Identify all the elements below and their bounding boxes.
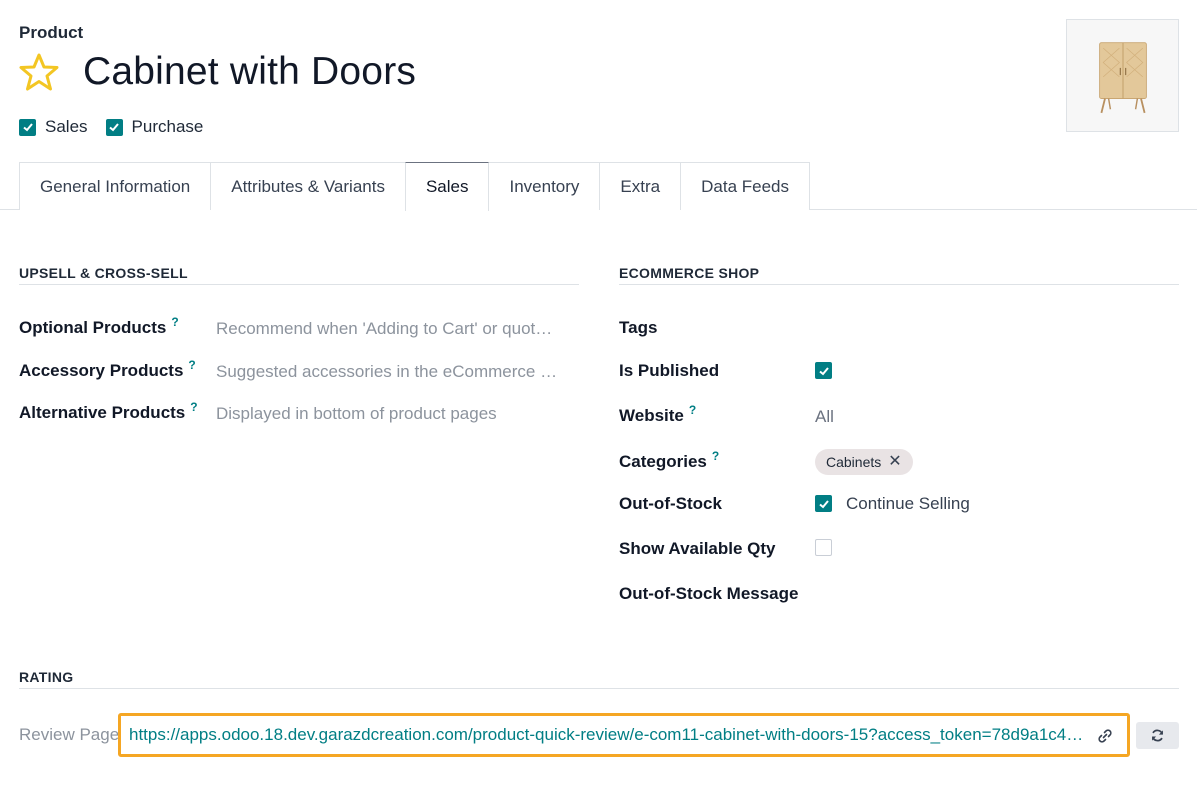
accessory-products-label: Accessory Products? [19,358,196,381]
categories-label-text: Categories [619,452,707,471]
tab-data-feeds[interactable]: Data Feeds [680,162,810,210]
continue-selling-label: Continue Selling [846,494,970,513]
tab-extra[interactable]: Extra [599,162,682,210]
upsell-section-rule [19,284,579,285]
website-select[interactable]: All [815,407,834,427]
help-icon[interactable]: ? [188,358,195,372]
product-type-checkboxes: Sales Purchase [19,117,203,137]
is-published-checkbox[interactable] [815,362,832,379]
website-label: Website? [619,403,696,426]
show-available-qty-label: Show Available Qty [619,539,776,558]
purchase-checkbox-label: Purchase [131,117,204,136]
refresh-icon [1152,729,1163,742]
sales-checkbox[interactable]: Sales [19,117,88,137]
rating-section-rule [19,688,1179,689]
checkbox-checked-icon[interactable] [105,118,123,136]
categories-label: Categories? [619,449,719,472]
cabinet-image-icon [1098,41,1147,113]
breadcrumb[interactable]: Product [19,23,83,43]
tab-sales[interactable]: Sales [404,162,490,211]
out-of-stock-message-input[interactable] [815,581,1175,607]
regenerate-url-button[interactable] [1136,722,1179,749]
help-icon[interactable]: ? [689,403,696,417]
alternative-products-label-text: Alternative Products [19,403,186,422]
favorite-star-icon[interactable] [19,52,59,92]
optional-products-label: Optional Products? [19,315,179,338]
purchase-checkbox[interactable]: Purchase [105,117,204,137]
product-image[interactable] [1066,19,1179,132]
category-tag-label: Cabinets [826,454,882,470]
sales-checkbox-label: Sales [45,117,88,136]
optional-products-input[interactable]: Recommend when 'Adding to Cart' or quota… [216,319,561,339]
review-url-link[interactable]: https://apps.odoo.18.dev.garazdcreation.… [129,725,1084,745]
review-page-label: Review Page [19,725,120,744]
website-label-text: Website [619,406,684,425]
link-icon[interactable] [1097,728,1113,744]
help-icon[interactable]: ? [712,449,719,463]
tags-input[interactable] [815,315,1175,341]
category-tag-cabinets: Cabinets ✕ [815,449,913,475]
checkbox-checked-icon[interactable] [19,118,36,136]
alternative-products-input[interactable]: Displayed in bottom of product pages [216,404,561,424]
tab-attributes-variants[interactable]: Attributes & Variants [210,162,406,210]
optional-products-label-text: Optional Products [19,318,167,337]
accessory-products-label-text: Accessory Products [19,361,184,380]
help-icon[interactable]: ? [171,315,178,329]
notebook-tabs: General Information Attributes & Variant… [19,162,810,211]
is-published-label: Is Published [619,361,720,380]
out-of-stock-label: Out-of-Stock [619,494,722,513]
out-of-stock-message-label: Out-of-Stock Message [619,584,799,603]
upsell-section-title: UPSELL & CROSS-SELL [19,265,188,281]
show-available-qty-checkbox[interactable] [815,539,832,556]
accessory-products-input[interactable]: Suggested accessories in the eCommerce c… [216,362,561,382]
page-title[interactable]: Cabinet with Doors [83,50,416,94]
ecommerce-section-title: ECOMMERCE SHOP [619,265,760,281]
tab-inventory[interactable]: Inventory [488,162,601,210]
continue-selling-checkbox[interactable] [815,495,832,512]
remove-tag-icon[interactable]: ✕ [888,454,901,470]
tab-general-information[interactable]: General Information [19,162,212,210]
review-url-field[interactable]: https://apps.odoo.18.dev.garazdcreation.… [118,713,1130,757]
ecommerce-section-rule [619,284,1179,285]
tags-label: Tags [619,318,658,337]
help-icon[interactable]: ? [190,400,197,414]
title-row: Cabinet with Doors [19,50,416,94]
alternative-products-label: Alternative Products? [19,400,198,423]
rating-section-title: RATING [19,669,74,685]
